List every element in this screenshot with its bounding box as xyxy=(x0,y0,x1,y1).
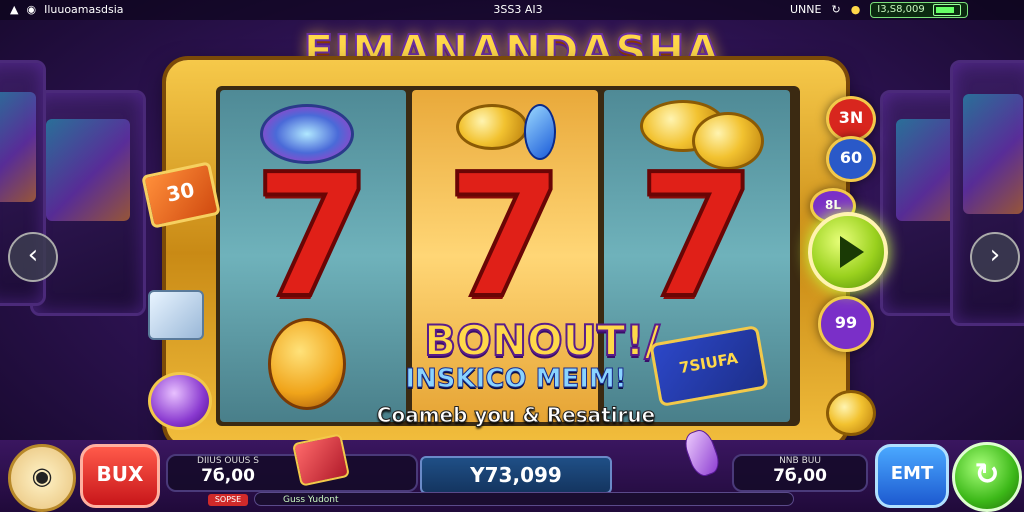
balance-pill: I3,S8,009 xyxy=(870,2,968,18)
clock: 3SS3 AI3 xyxy=(493,3,543,16)
seven-symbol: 7 xyxy=(444,138,566,336)
message-tag: SOPSE xyxy=(208,494,248,506)
arcade-cabinet-bg-left xyxy=(30,90,146,316)
bet-button[interactable]: EMT xyxy=(875,444,949,508)
joystick-icon: ◉ xyxy=(31,462,53,490)
chip-purple-2: 99 xyxy=(818,296,874,352)
gold-token-icon xyxy=(826,390,876,436)
status-right-label: UNNE xyxy=(790,3,822,16)
arcade-cabinet-bg-right-2 xyxy=(950,60,1024,326)
right-panel-value: 7б,00 xyxy=(773,466,827,486)
status-bar-left: ▲ ◉ Iluuoamasdsia xyxy=(10,0,124,20)
signal-icon: ▲ xyxy=(10,3,19,16)
prev-arrow-button[interactable]: ‹ xyxy=(8,232,58,282)
status-bar: ▲ ◉ Iluuoamasdsia 3SS3 AI3 UNNE ↻ ● I3,S… xyxy=(0,0,1024,20)
refresh-icon: ↻ xyxy=(974,457,1000,492)
spin-button[interactable]: ↻ xyxy=(952,442,1022,512)
purple-coin-icon xyxy=(148,372,212,430)
message-strip: Guss Yudont xyxy=(254,492,794,506)
left-panel-value: 7б,00 xyxy=(201,466,255,486)
seven-symbol: 7 xyxy=(636,138,758,336)
message-text: Guss Yudont xyxy=(283,495,339,505)
refresh-small-icon: ↻ xyxy=(831,3,841,16)
left-panel-label: DIIUS OUUS S xyxy=(197,456,259,466)
play-button[interactable] xyxy=(808,212,888,292)
left-info-panel: DIIUS OUUS S 7б,00 xyxy=(166,454,418,492)
battery-icon xyxy=(932,4,961,16)
chip-blue: 60 xyxy=(826,136,876,182)
golden-fish-icon xyxy=(268,318,346,410)
right-panel-label: NNB BUU xyxy=(779,456,821,466)
bonus-subline: INSKICO MEIM! xyxy=(405,364,627,395)
app-name: Iluuoamasdsia xyxy=(44,3,124,16)
win-display: Y73,099 xyxy=(420,456,612,494)
bonus-headline: BONOUT!/ xyxy=(423,315,661,366)
seven-symbol: 7 xyxy=(252,138,374,336)
next-arrow-button[interactable]: › xyxy=(970,232,1020,282)
menu-button[interactable]: ◉ xyxy=(8,444,76,512)
balance-text: I3,S8,009 xyxy=(877,4,925,15)
ice-cube-icon xyxy=(148,290,204,340)
status-bar-right: UNNE ↻ ● I3,S8,009 xyxy=(790,0,968,20)
buy-button[interactable]: BUX xyxy=(80,444,160,508)
right-info-panel: NNB BUU 7б,00 xyxy=(732,454,868,492)
coin-icon: ● xyxy=(850,3,861,16)
app-icon: ◉ xyxy=(26,3,37,16)
bonus-caption: Coameb you & Resatirue xyxy=(376,403,656,428)
